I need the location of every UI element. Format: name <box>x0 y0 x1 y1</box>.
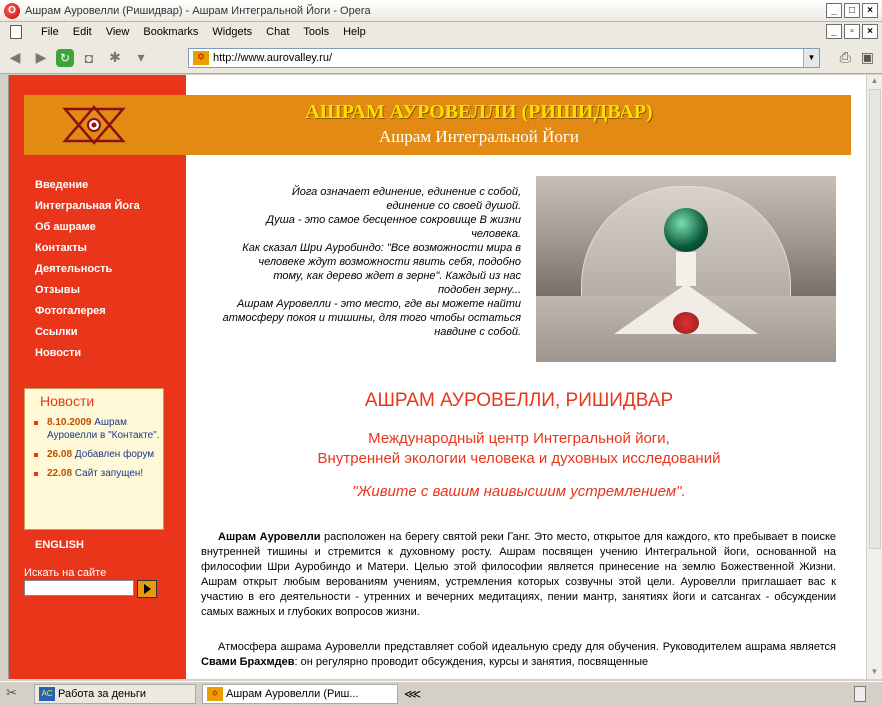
site-favicon-icon: ✡ <box>193 51 209 65</box>
scroll-up-icon[interactable]: ▲ <box>869 76 880 87</box>
title-bar: O Ашрам Ауровелли (Ришидвар) - Ашрам Инт… <box>0 0 882 22</box>
news-item[interactable]: 8.10.2009 Ашрам Ауровелли в "Контакте". <box>33 416 161 442</box>
trash-icon[interactable] <box>854 686 866 702</box>
minimize-button[interactable]: _ <box>826 3 842 18</box>
news-item[interactable]: 22.08 Сайт запущен! <box>33 467 161 480</box>
doc-restore-button[interactable]: ▫ <box>844 24 860 39</box>
search-submit-button[interactable] <box>137 580 157 598</box>
forward-icon[interactable]: ▶ <box>30 47 52 69</box>
task-tab-2[interactable]: ✡ Ашрам Ауровелли (Риш... <box>202 684 398 704</box>
address-bar[interactable]: ✡ http://www.aurovalley.ru/ ▼ <box>188 48 820 68</box>
menu-bar: File Edit View Bookmarks Widgets Chat To… <box>0 22 882 42</box>
vertical-scrollbar[interactable]: ▲ ▼ <box>866 75 882 679</box>
menu-edit[interactable]: Edit <box>66 26 99 38</box>
scroll-down-icon[interactable]: ▼ <box>869 667 880 678</box>
browser-window: O Ашрам Ауровелли (Ришидвар) - Ашрам Инт… <box>0 0 882 706</box>
task-tab-1[interactable]: AC Работа за деньги <box>34 684 196 704</box>
menu-help[interactable]: Help <box>336 26 373 38</box>
menu-widgets[interactable]: Widgets <box>205 26 259 38</box>
opera-icon: O <box>4 2 20 19</box>
menu-tools[interactable]: Tools <box>296 26 336 38</box>
nav-contacts[interactable]: Контакты <box>35 242 140 263</box>
address-dropdown-icon[interactable]: ▼ <box>803 49 819 67</box>
news-heading: Новости <box>40 393 95 409</box>
paragraph-about: Ашрам Ауровелли расположен на берегу свя… <box>201 531 836 618</box>
window-title: Ашрам Ауровелли (Ришидвар) - Ашрам Интег… <box>25 4 371 17</box>
dropdown-arrow-icon[interactable]: ▾ <box>130 47 152 69</box>
banner-title: АШРАМ АУРОВЕЛЛИ (РИШИДВАР) <box>305 101 653 123</box>
nav-links[interactable]: Ссылки <box>35 326 140 347</box>
doc-close-button[interactable]: × <box>862 24 878 39</box>
document-icon[interactable] <box>10 25 22 39</box>
news-item[interactable]: 26.08 Добавлен форум <box>33 448 161 461</box>
paragraph-atmosphere: Атмосфера ашрама Ауровелли представляет … <box>201 641 836 668</box>
address-url[interactable]: http://www.aurovalley.ru/ <box>213 52 332 64</box>
print-icon[interactable]: ⎙ <box>840 49 851 66</box>
search-label: Искать на сайте <box>24 567 107 579</box>
page-viewport: АШРАМ АУРОВЕЛЛИ (РИШИДВАР) Ашрам Интегра… <box>8 75 866 679</box>
banner-subtitle: Ашрам Интегральной Йоги <box>379 127 579 146</box>
back-icon[interactable]: ◀ <box>4 47 26 69</box>
navigation-toolbar: ◀ ▶ ↻ ◘ ✱ ▾ ✡ http://www.aurovalley.ru/ … <box>0 42 882 74</box>
reload-icon[interactable]: ↻ <box>56 48 74 67</box>
menu-chat[interactable]: Chat <box>259 26 296 38</box>
tab-list-icon[interactable]: ⋘ <box>404 687 421 701</box>
tab-favicon-icon: AC <box>39 687 55 701</box>
search-input[interactable] <box>24 580 134 596</box>
meditation-hall-photo <box>536 176 836 362</box>
page-subheading: Международный центр Интегральной йоги, В… <box>317 430 721 467</box>
camera-icon[interactable]: ◘ <box>78 47 100 69</box>
menu-file[interactable]: File <box>34 26 66 38</box>
scroll-thumb[interactable] <box>869 89 881 549</box>
nav-intro[interactable]: Введение <box>35 179 140 200</box>
menu-bookmarks[interactable]: Bookmarks <box>136 26 205 38</box>
page-heading: АШРАМ АУРОВЕЛЛИ, РИШИДВАР <box>364 390 674 411</box>
nav-activity[interactable]: Деятельность <box>35 263 140 284</box>
ashram-logo-icon <box>62 105 126 145</box>
menu-view[interactable]: View <box>99 26 137 38</box>
page-taskbar: ✂ AC Работа за деньги ✡ Ашрам Ауровелли … <box>0 681 882 706</box>
intro-quote: Йога означает единение, единение с собой… <box>222 186 521 338</box>
nav-gallery[interactable]: Фотогалерея <box>35 305 140 326</box>
english-link[interactable]: ENGLISH <box>35 539 84 551</box>
maximize-button[interactable]: □ <box>844 3 860 18</box>
motto: "Живите с вашим наивысшим устремлением". <box>352 483 686 500</box>
site-nav: Введение Интегральная Йога Об ашраме Кон… <box>35 179 140 368</box>
wand-icon[interactable]: ✱ <box>104 47 126 69</box>
nav-integral-yoga[interactable]: Интегральная Йога <box>35 200 140 221</box>
tab-favicon-icon: ✡ <box>207 687 223 701</box>
doc-minimize-button[interactable]: _ <box>826 24 842 39</box>
site-banner: АШРАМ АУРОВЕЛЛИ (РИШИДВАР) Ашрам Интегра… <box>24 95 851 155</box>
tools-icon[interactable]: ✂ <box>6 685 28 703</box>
nav-about[interactable]: Об ашраме <box>35 221 140 242</box>
panel-icon[interactable]: ▣ <box>861 49 874 66</box>
news-box: Новости 8.10.2009 Ашрам Ауровелли в "Кон… <box>24 388 164 530</box>
nav-news[interactable]: Новости <box>35 347 140 368</box>
close-button[interactable]: × <box>862 3 878 18</box>
nav-reviews[interactable]: Отзывы <box>35 284 140 305</box>
